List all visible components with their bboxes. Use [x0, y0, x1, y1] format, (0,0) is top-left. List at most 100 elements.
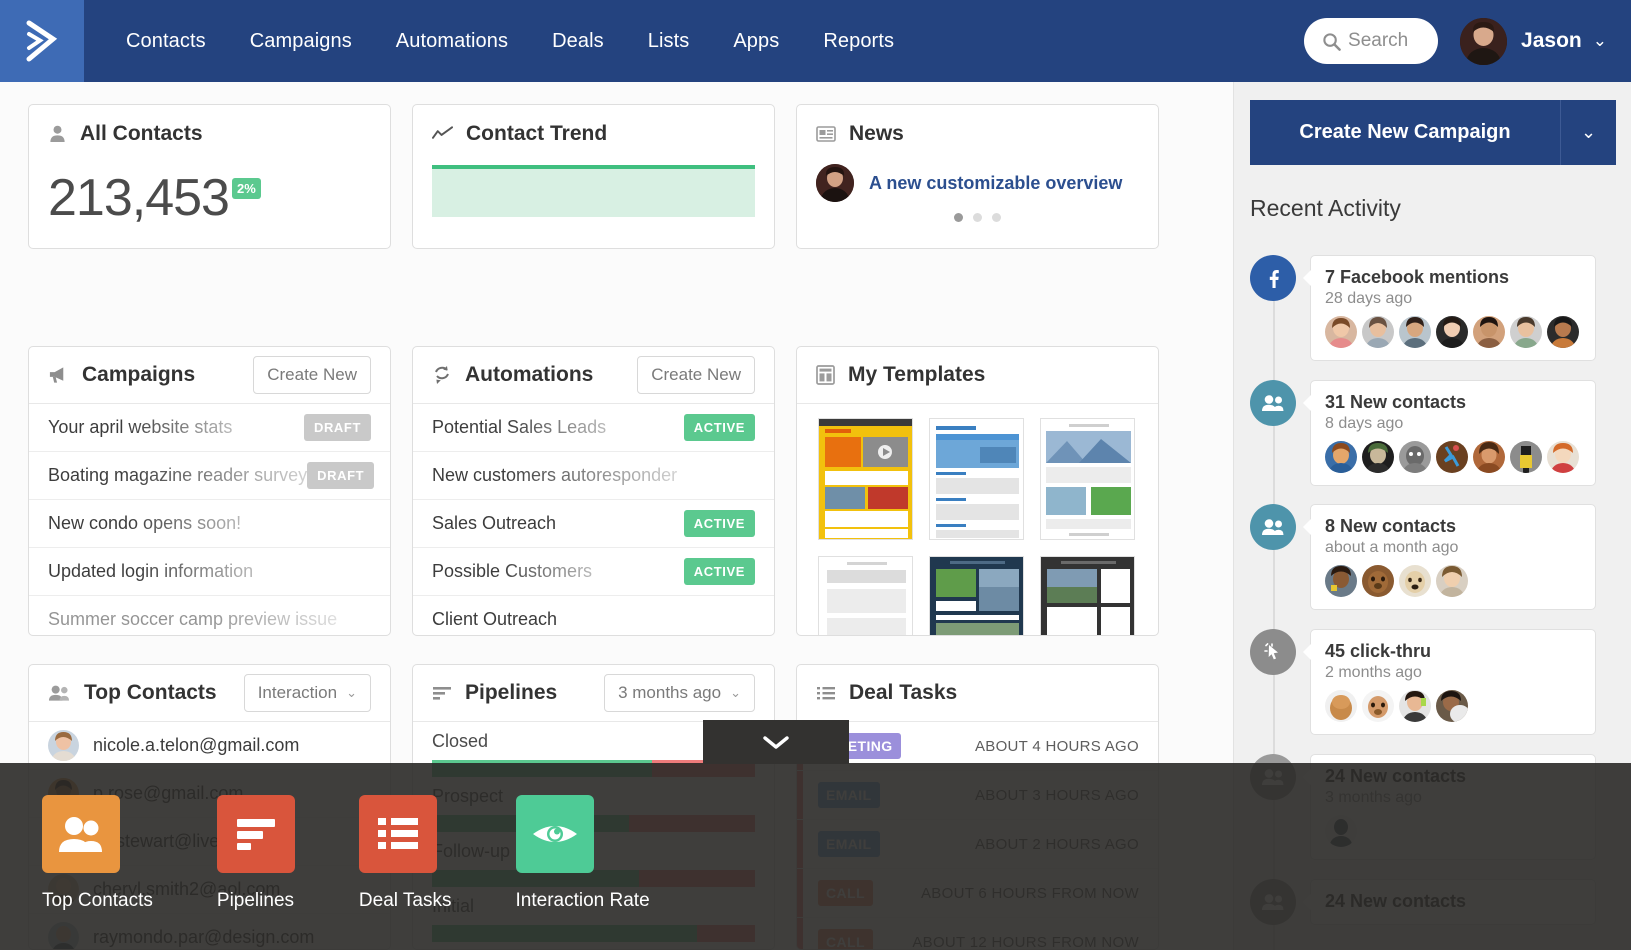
avatar[interactable]	[1325, 316, 1357, 348]
campaign-name: Boating magazine reader survey	[48, 465, 307, 486]
avatar[interactable]	[1399, 316, 1431, 348]
avatar[interactable]	[1436, 316, 1468, 348]
activity-time: about a month ago	[1325, 539, 1581, 557]
activity-item[interactable]: 8 New contacts about a month ago	[1250, 504, 1596, 610]
activity-avatars	[1325, 441, 1581, 473]
widget-drawer-toggle[interactable]	[703, 720, 849, 764]
avatar[interactable]	[1473, 441, 1505, 473]
campaign-name: Your april website stats	[48, 417, 232, 438]
list-item[interactable]: Updated login information	[29, 548, 390, 596]
person-icon	[48, 124, 67, 143]
avatar[interactable]	[1510, 316, 1542, 348]
avatar[interactable]	[1510, 441, 1542, 473]
list-icon	[816, 685, 836, 701]
avatar	[48, 730, 79, 761]
contact-email: nicole.a.telon@gmail.com	[93, 735, 299, 756]
automation-name: Client Outreach	[432, 609, 557, 630]
card-header: News	[797, 105, 1158, 162]
widget-label: Interaction Rate	[516, 890, 650, 912]
widget-deal-tasks[interactable]: Deal Tasks	[359, 795, 452, 912]
create-new-campaign-button[interactable]: Create New	[253, 356, 371, 394]
list-item[interactable]: New customers autoresponder	[413, 452, 774, 500]
widget-interaction-rate[interactable]: Interaction Rate	[516, 795, 650, 912]
avatar[interactable]	[1325, 565, 1357, 597]
avatar[interactable]	[1399, 441, 1431, 473]
template-thumbnail[interactable]	[818, 418, 913, 540]
app-logo[interactable]	[0, 0, 84, 82]
avatar[interactable]	[1473, 316, 1505, 348]
growth-badge: 2%	[232, 178, 261, 199]
card-header: My Templates	[797, 347, 1158, 404]
activity-item[interactable]: 31 New contacts 8 days ago	[1250, 380, 1596, 486]
activity-item[interactable]: 45 click-thru 2 months ago	[1250, 629, 1596, 735]
avatar[interactable]	[1399, 565, 1431, 597]
carousel-dot-2[interactable]	[973, 213, 982, 222]
create-new-automation-button[interactable]: Create New	[637, 356, 755, 394]
search-input[interactable]: Search	[1304, 18, 1438, 64]
user-name-label[interactable]: Jason	[1521, 29, 1582, 53]
news-item[interactable]: A new customizable overview	[797, 162, 1158, 202]
chevron-down-icon: ⌄	[730, 685, 741, 701]
news-headline-link[interactable]: A new customizable overview	[869, 173, 1122, 194]
list-item[interactable]: Your april website stats DRAFT	[29, 404, 390, 452]
interaction-filter-dropdown[interactable]: Interaction ⌄	[244, 674, 371, 712]
recent-activity-title: Recent Activity	[1250, 195, 1401, 222]
nav-item-campaigns[interactable]: Campaigns	[228, 30, 374, 53]
avatar[interactable]	[1362, 441, 1394, 473]
avatar[interactable]	[1547, 316, 1579, 348]
nav-item-contacts[interactable]: Contacts	[104, 30, 228, 53]
news-icon	[816, 126, 836, 142]
widget-pipelines[interactable]: Pipelines	[217, 795, 295, 912]
widget-top-contacts[interactable]: Top Contacts	[42, 795, 153, 912]
avatar[interactable]	[1436, 441, 1468, 473]
activity-item[interactable]: 7 Facebook mentions 28 days ago	[1250, 255, 1596, 361]
list-item[interactable]: New condo opens soon!	[29, 500, 390, 548]
card-all-contacts: All Contacts 213,453 2%	[28, 104, 391, 249]
avatar[interactable]	[1362, 316, 1394, 348]
list-item[interactable]: Possible Customers ACTIVE	[413, 548, 774, 596]
list-item[interactable]: Potential Sales Leads ACTIVE	[413, 404, 774, 452]
avatar[interactable]	[1399, 690, 1431, 722]
create-new-campaign-button[interactable]: Create New Campaign	[1250, 100, 1560, 165]
nav-item-reports[interactable]: Reports	[801, 30, 916, 53]
people-icon	[42, 795, 120, 873]
card-header: Automations Create New	[413, 347, 774, 404]
template-thumbnail[interactable]	[1040, 556, 1135, 636]
widget-drawer: Top Contacts Pipelines Deal Tasks Intera…	[0, 763, 1631, 950]
avatar[interactable]	[1325, 441, 1357, 473]
avatar[interactable]	[1362, 690, 1394, 722]
activity-card: 8 New contacts about a month ago	[1310, 504, 1596, 610]
chevron-down-icon: ⌄	[346, 685, 357, 701]
template-thumbnail[interactable]	[1040, 418, 1135, 540]
activity-title: 7 Facebook mentions	[1325, 267, 1581, 288]
avatar[interactable]	[1362, 565, 1394, 597]
timeframe-filter-dropdown[interactable]: 3 months ago ⌄	[604, 674, 755, 712]
bars-icon	[217, 795, 295, 873]
nav-item-apps[interactable]: Apps	[711, 30, 801, 53]
avatar[interactable]	[1436, 565, 1468, 597]
avatar[interactable]	[1436, 690, 1468, 722]
status-badge: ACTIVE	[684, 558, 755, 585]
card-my-templates: My Templates	[796, 346, 1159, 636]
template-thumbnail[interactable]	[929, 418, 1024, 540]
carousel-dot-1[interactable]	[954, 213, 963, 222]
automation-name: Potential Sales Leads	[432, 417, 606, 438]
template-thumbnail[interactable]	[818, 556, 913, 636]
avatar[interactable]	[1460, 18, 1507, 65]
avatar[interactable]	[1325, 690, 1357, 722]
chevron-down-icon[interactable]: ⌄	[1593, 31, 1607, 51]
avatar[interactable]	[1547, 441, 1579, 473]
carousel-dot-3[interactable]	[992, 213, 1001, 222]
list-item[interactable]: Sales Outreach ACTIVE	[413, 500, 774, 548]
template-thumbnail[interactable]	[929, 556, 1024, 636]
list-item[interactable]: Boating magazine reader survey DRAFT	[29, 452, 390, 500]
activity-card: 31 New contacts 8 days ago	[1310, 380, 1596, 486]
widget-label: Top Contacts	[42, 890, 153, 912]
nav-item-automations[interactable]: Automations	[374, 30, 530, 53]
nav-item-lists[interactable]: Lists	[626, 30, 712, 53]
list-item[interactable]: Summer soccer camp preview issue	[29, 596, 390, 636]
nav-item-deals[interactable]: Deals	[530, 30, 626, 53]
trend-line-icon	[432, 126, 453, 142]
list-item[interactable]: Client Outreach	[413, 596, 774, 636]
chevron-down-icon[interactable]: ⌄	[1560, 100, 1616, 165]
